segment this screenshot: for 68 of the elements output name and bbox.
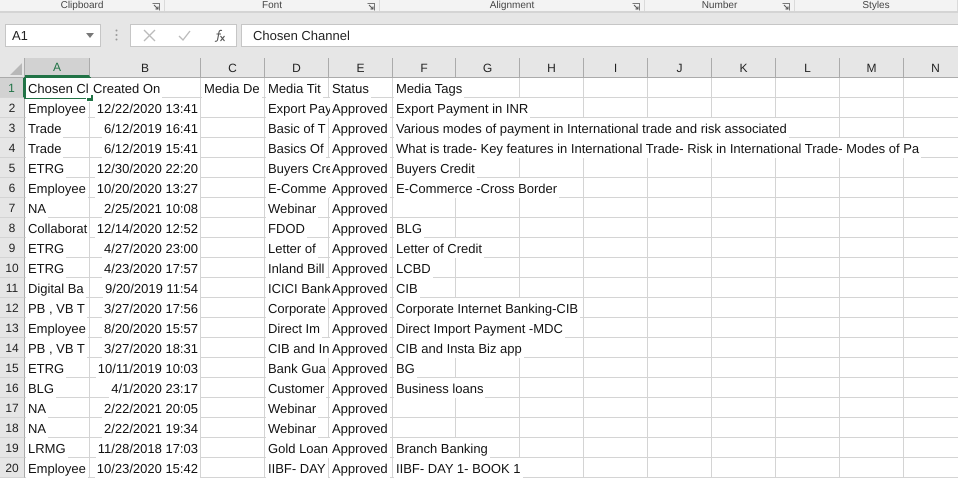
- cell-text: What is trade- Key features in International Trade- Risk in International Trade- Modes of Pa: [394, 138, 922, 158]
- row-header[interactable]: 1: [0, 78, 25, 98]
- row-header[interactable]: 20: [0, 458, 25, 478]
- cell-text: Letter of Credit: [394, 238, 484, 258]
- row-header[interactable]: 15: [0, 358, 25, 378]
- cell-text: Corporate Internet Banking-CIB: [394, 298, 580, 318]
- grip-icon: [115, 29, 118, 41]
- row-header[interactable]: 2: [0, 98, 25, 118]
- row-header[interactable]: 7: [0, 198, 25, 218]
- cell-text: Export Pay: [266, 98, 334, 118]
- row-header[interactable]: 9: [0, 238, 25, 258]
- ribbon-group-label: Number: [702, 1, 738, 11]
- cell-text: Gold Loan: [266, 438, 330, 458]
- column-header[interactable]: H: [520, 58, 584, 77]
- formula-field[interactable]: Chosen Channel: [241, 24, 958, 46]
- row-header[interactable]: 6: [0, 178, 25, 198]
- cell-text: Buyers Credit: [394, 158, 477, 178]
- cell-text: IIBF- DAY 1- BOOK 1: [394, 458, 522, 478]
- ribbon-group-label: Clipboard: [60, 1, 104, 11]
- dialog-launcher-icon[interactable]: [782, 3, 790, 11]
- row-header[interactable]: 19: [0, 438, 25, 458]
- row-header[interactable]: 8: [0, 218, 25, 238]
- column-header[interactable]: J: [648, 58, 712, 77]
- cell-text: Media Tags: [394, 78, 464, 98]
- caret-icon: [86, 32, 94, 38]
- cell-text: Direct Import Payment -MDC: [394, 318, 565, 338]
- row-header[interactable]: 3: [0, 118, 25, 138]
- row-header[interactable]: 17: [0, 398, 25, 418]
- column-header[interactable]: F: [393, 58, 456, 77]
- dialog-launcher-icon[interactable]: [632, 3, 640, 11]
- column-header[interactable]: I: [584, 58, 648, 77]
- row-header[interactable]: 14: [0, 338, 25, 358]
- column-header[interactable]: C: [201, 58, 265, 77]
- cell-text: Business loans: [394, 378, 486, 398]
- function-icon[interactable]: [213, 28, 226, 42]
- cell-text: Branch Banking: [394, 438, 490, 458]
- active-cell[interactable]: Chosen Cl: [25, 78, 90, 98]
- ribbon-group-label: Styles: [862, 1, 890, 11]
- ribbon-group-label: Font: [262, 1, 282, 11]
- column-header[interactable]: N: [904, 58, 958, 77]
- column-header[interactable]: L: [776, 58, 840, 77]
- row-header[interactable]: 16: [0, 378, 25, 398]
- column-header[interactable]: M: [840, 58, 904, 77]
- row-header[interactable]: 11: [0, 278, 25, 298]
- cell-text: Various modes of payment in International trade and risk associated: [394, 118, 789, 138]
- cell-text: Export Payment in INR: [394, 98, 530, 118]
- column-header[interactable]: K: [712, 58, 776, 77]
- ribbon-group-label: Alignment: [490, 1, 534, 11]
- dialog-launcher-icon[interactable]: [152, 3, 160, 11]
- row-header[interactable]: 13: [0, 318, 25, 338]
- row-header[interactable]: 10: [0, 258, 25, 278]
- cell-text: CIB and In: [266, 338, 332, 358]
- name-box[interactable]: A1: [5, 24, 101, 46]
- cell-text: CIB and Insta Biz app: [394, 338, 524, 358]
- row-header[interactable]: 12: [0, 298, 25, 318]
- column-header[interactable]: G: [456, 58, 520, 77]
- cell-text: E-Comme: [266, 178, 329, 198]
- dialog-launcher-icon[interactable]: [367, 3, 375, 11]
- check-icon[interactable]: [178, 28, 191, 42]
- row-header[interactable]: 5: [0, 158, 25, 178]
- column-header[interactable]: B: [90, 58, 201, 77]
- column-header[interactable]: A: [25, 58, 90, 77]
- row-header[interactable]: 18: [0, 418, 25, 438]
- row-header[interactable]: 4: [0, 138, 25, 158]
- column-header[interactable]: D: [265, 58, 329, 77]
- column-header[interactable]: E: [329, 58, 393, 77]
- cell-text: ICICI Bank: [266, 278, 333, 298]
- cell-text: E-Commerce -Cross Border: [394, 178, 560, 198]
